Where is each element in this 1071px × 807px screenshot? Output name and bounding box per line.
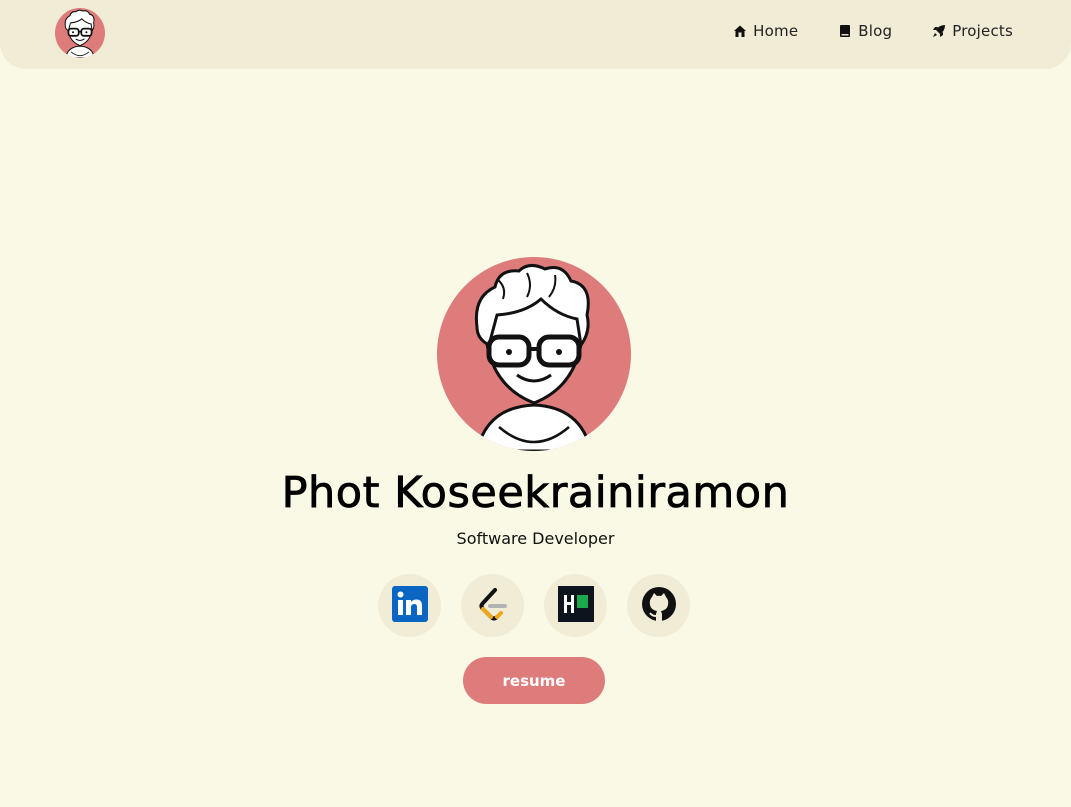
linkedin-icon xyxy=(391,585,428,626)
hackerrank-link[interactable] xyxy=(544,574,607,637)
nav-link-projects[interactable]: Projects xyxy=(932,22,1013,40)
github-icon xyxy=(641,586,677,626)
hackerrank-icon xyxy=(557,585,594,626)
linkedin-link[interactable] xyxy=(378,574,441,637)
rocket-icon xyxy=(932,24,946,38)
nav-link-label: Projects xyxy=(952,22,1013,40)
nav-link-label: Home xyxy=(753,22,799,40)
nav-link-home[interactable]: Home xyxy=(733,22,798,40)
house-icon xyxy=(733,24,747,38)
profile-role: Software Developer xyxy=(456,529,615,548)
leetcode-icon xyxy=(475,586,511,626)
leetcode-link[interactable] xyxy=(461,574,524,637)
social-links xyxy=(378,574,690,637)
profile-avatar xyxy=(437,257,631,451)
nav-link-label: Blog xyxy=(858,22,893,40)
navbar: Home Blog Projects xyxy=(0,0,1071,69)
resume-button[interactable]: resume xyxy=(463,657,605,704)
cartoon-avatar-icon[interactable] xyxy=(55,8,105,58)
profile-name: Phot Koseekrainiramon xyxy=(281,468,790,519)
github-link[interactable] xyxy=(627,574,690,637)
nav-link-blog[interactable]: Blog xyxy=(838,22,892,40)
book-icon xyxy=(838,24,852,38)
nav-links: Home Blog Projects xyxy=(733,22,1013,40)
